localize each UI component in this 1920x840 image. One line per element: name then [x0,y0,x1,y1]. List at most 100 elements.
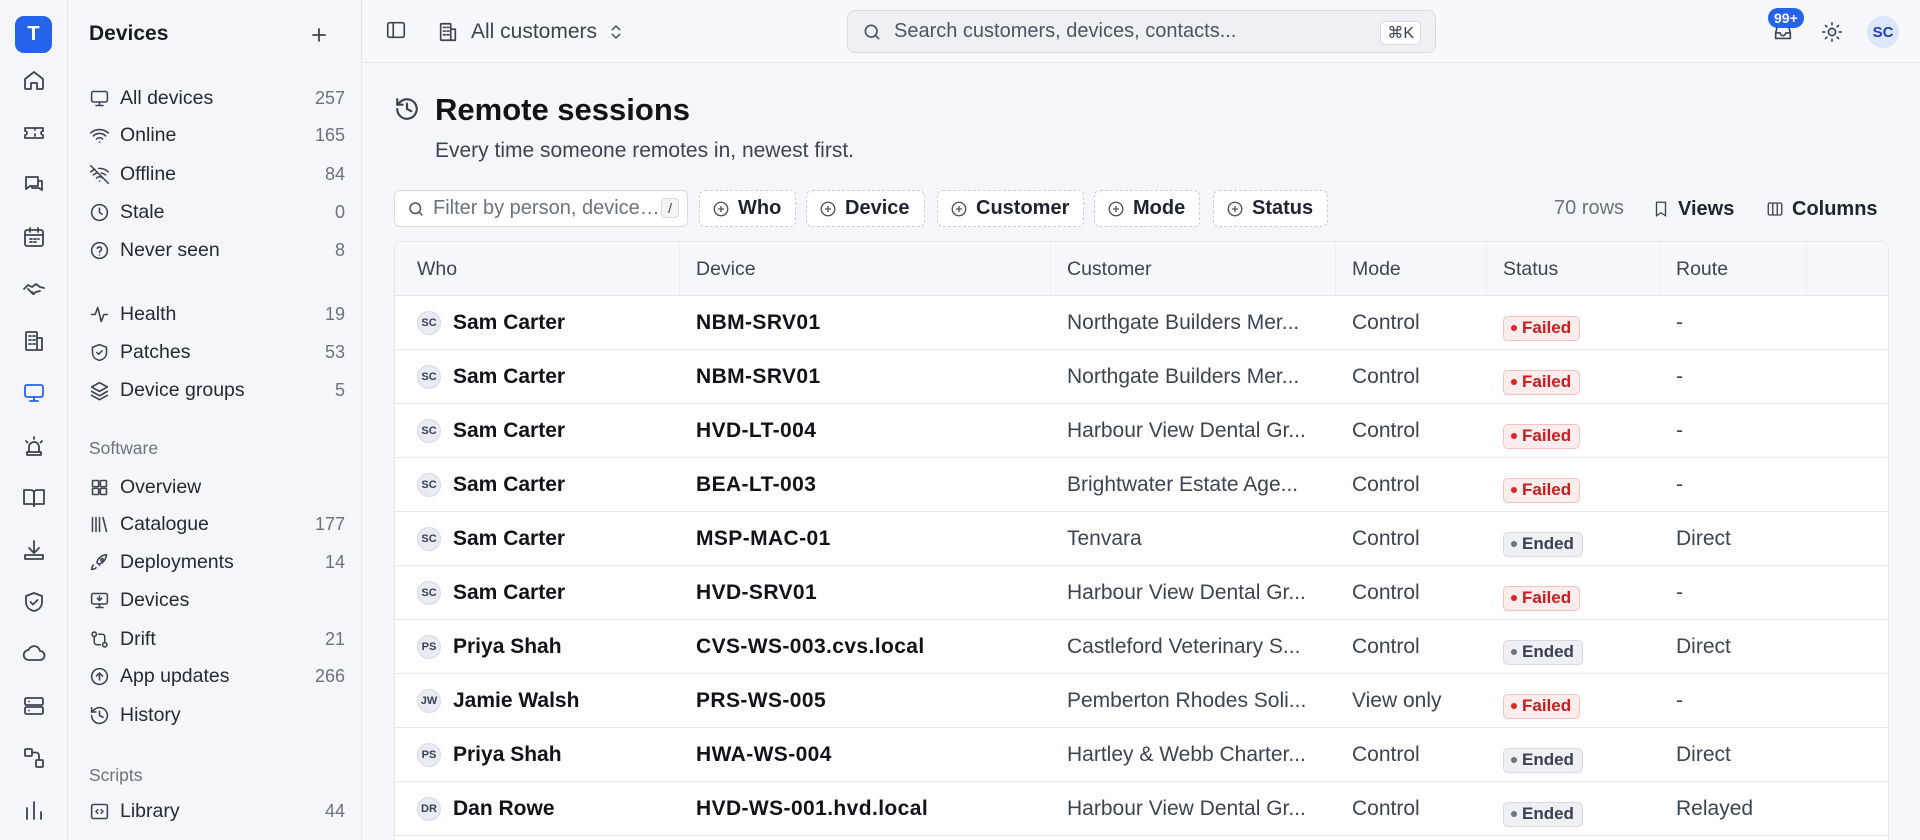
sidebar-item-label: Online [120,123,177,146]
sidebar-item-never-seen[interactable]: Never seen 8 [89,234,345,266]
rail-item-siren[interactable] [14,426,54,466]
column-header-mode[interactable]: Mode [1352,258,1401,281]
sidebar-item-app-updates[interactable]: App updates 266 [89,660,345,692]
filter-chip-who[interactable]: Who [699,190,797,227]
rail-item-calendar[interactable] [14,217,54,257]
sidebar-item-label: Deployments [120,550,234,573]
column-header-who[interactable]: Who [417,258,457,281]
sidebar-item-stale[interactable]: Stale 0 [89,196,345,228]
table-row[interactable]: SC Sam Carter MSP-MAC-01 Tenvara Control Ende… [395,512,1888,566]
column-header-route[interactable]: Route [1676,258,1728,281]
column-header-customer[interactable]: Customer [1067,258,1152,281]
theme-toggle-sun-icon[interactable] [1818,18,1846,46]
app-logo[interactable]: T [15,16,52,53]
device-cell[interactable]: MSP-MAC-01 [696,527,831,551]
device-cell[interactable]: HVD-LT-004 [696,419,816,443]
views-label: Views [1678,197,1735,220]
sidebar-item-online[interactable]: Online 165 [89,119,345,151]
sidebar-item-count: 14 [324,551,345,572]
device-cell[interactable]: CVS-WS-003.cvs.local [696,635,925,659]
sidebar-item-devices[interactable]: Devices [89,584,345,616]
customer-switcher[interactable]: All customers [437,16,625,48]
mode-cell: View only [1352,689,1442,712]
columns-button[interactable]: Columns [1766,194,1878,224]
rail-item-download[interactable] [14,530,54,570]
filter-chip-device[interactable]: Device [806,190,925,227]
who-name: Priya Shah [453,635,562,658]
sidebar-item-label: All devices [120,86,214,109]
sidebar-toggle-icon[interactable] [385,19,407,41]
status-cell: Failed [1503,313,1581,341]
sidebar-item-label: Library [120,799,180,822]
rail-item-home[interactable] [14,60,54,100]
filter-chip-status[interactable]: Status [1213,190,1329,227]
who-cell: SC Sam Carter [417,581,565,605]
rail-item-shield-check[interactable] [14,582,54,622]
filter-chip-mode[interactable]: Mode [1094,190,1201,227]
filter-chip-customer[interactable]: Customer [937,190,1085,227]
global-search-input[interactable]: Search customers, devices, contacts... ⌘… [847,10,1436,53]
table-row[interactable]: SC Sam Carter HVD-LT-004 Harbour View Denta… [395,404,1888,458]
rail-item-cloud[interactable] [14,634,54,674]
rail-item-monitor[interactable] [14,373,54,413]
table-row[interactable]: SC Sam Carter BEA-LT-003 Brightwater Estate… [395,458,1888,512]
device-cell[interactable]: HVD-WS-001.hvd.local [696,797,928,821]
device-cell[interactable]: HVD-SRV01 [696,581,817,605]
rail-item-messages[interactable] [14,165,54,205]
device-cell[interactable]: NBM-SRV01 [696,311,821,335]
who-name: Sam Carter [453,581,566,604]
sidebar-item-library[interactable]: Library 44 [89,795,345,827]
rail-item-handshake[interactable] [14,269,54,309]
who-name: Sam Carter [453,527,566,550]
grid-icon [89,477,120,498]
sidebar-item-label: Patches [120,340,191,363]
mode-cell: Control [1352,797,1420,820]
filter-chip-label: Mode [1133,197,1186,219]
sidebar-item-history[interactable]: History [89,699,345,731]
sidebar-item-patches[interactable]: Patches 53 [89,336,345,368]
table-row[interactable]: DR Dan Rowe HVD-WS-001.hvd.local Harbour Vi… [395,782,1888,836]
device-cell[interactable]: NBM-SRV01 [696,365,821,389]
table-row[interactable]: SC Sam Carter NBM-SRV01 Northgate Builders … [395,350,1888,404]
table-row[interactable]: JW Jamie Walsh PRS-WS-005 Pemberton Rhodes … [395,674,1888,728]
sidebar-item-device-groups[interactable]: Device groups 5 [89,374,345,406]
views-button[interactable]: Views [1652,194,1734,224]
table-row[interactable]: SC Sam Carter NBM-SRV01 Northgate Builders … [395,296,1888,350]
devices-sidebar: Devices All devices 257 Online 165 Offline 84… [69,0,362,840]
sidebar-item-drift[interactable]: Drift 21 [89,623,345,655]
avatar: SC [417,365,441,389]
device-cell[interactable]: PRS-WS-005 [696,689,826,713]
customer-switcher-label: All customers [471,20,598,43]
rail-item-building[interactable] [14,321,54,361]
column-header-status[interactable]: Status [1503,258,1558,281]
customer-cell: Northgate Builders Mer... [1067,365,1300,388]
siren-icon [22,434,46,458]
sidebar-item-health[interactable]: Health 19 [89,298,345,330]
sidebar-item-catalogue[interactable]: Catalogue 177 [89,508,345,540]
avatar: PS [417,743,441,767]
sidebar-item-count: 257 [314,87,345,108]
device-cell[interactable]: BEA-LT-003 [696,473,816,497]
rail-item-workflow[interactable] [14,738,54,778]
sidebar-item-offline[interactable]: Offline 84 [89,158,345,190]
rail-item-ticket[interactable] [14,113,54,153]
table-row[interactable]: PS Priya Shah HWA-WS-004 Hartley & Webb Cha… [395,728,1888,782]
avatar: SC [417,473,441,497]
table-row[interactable]: SC Sam Carter HVD-SRV01 Harbour View Dental… [395,566,1888,620]
device-cell[interactable]: HWA-WS-004 [696,743,832,767]
status-badge: Ended [1503,531,1583,557]
sidebar-item-overview[interactable]: Overview [89,471,345,503]
sidebar-item-all-devices[interactable]: All devices 257 [89,82,345,114]
sidebar-item-deployments[interactable]: Deployments 14 [89,546,345,578]
add-icon[interactable] [305,21,333,49]
rail-item-server[interactable] [14,686,54,726]
column-header-device[interactable]: Device [696,258,756,281]
rail-item-book[interactable] [14,478,54,518]
status-label: Failed [1522,372,1572,391]
handshake-icon [22,277,46,301]
route-cell: Direct [1676,527,1731,550]
table-filter-input[interactable]: Filter by person, device… / [394,190,688,227]
table-row[interactable]: PS Priya Shah CVS-WS-003.cvs.local Castlefo… [395,620,1888,674]
rail-item-bar-chart[interactable] [14,790,54,830]
user-avatar[interactable]: SC [1867,16,1899,48]
